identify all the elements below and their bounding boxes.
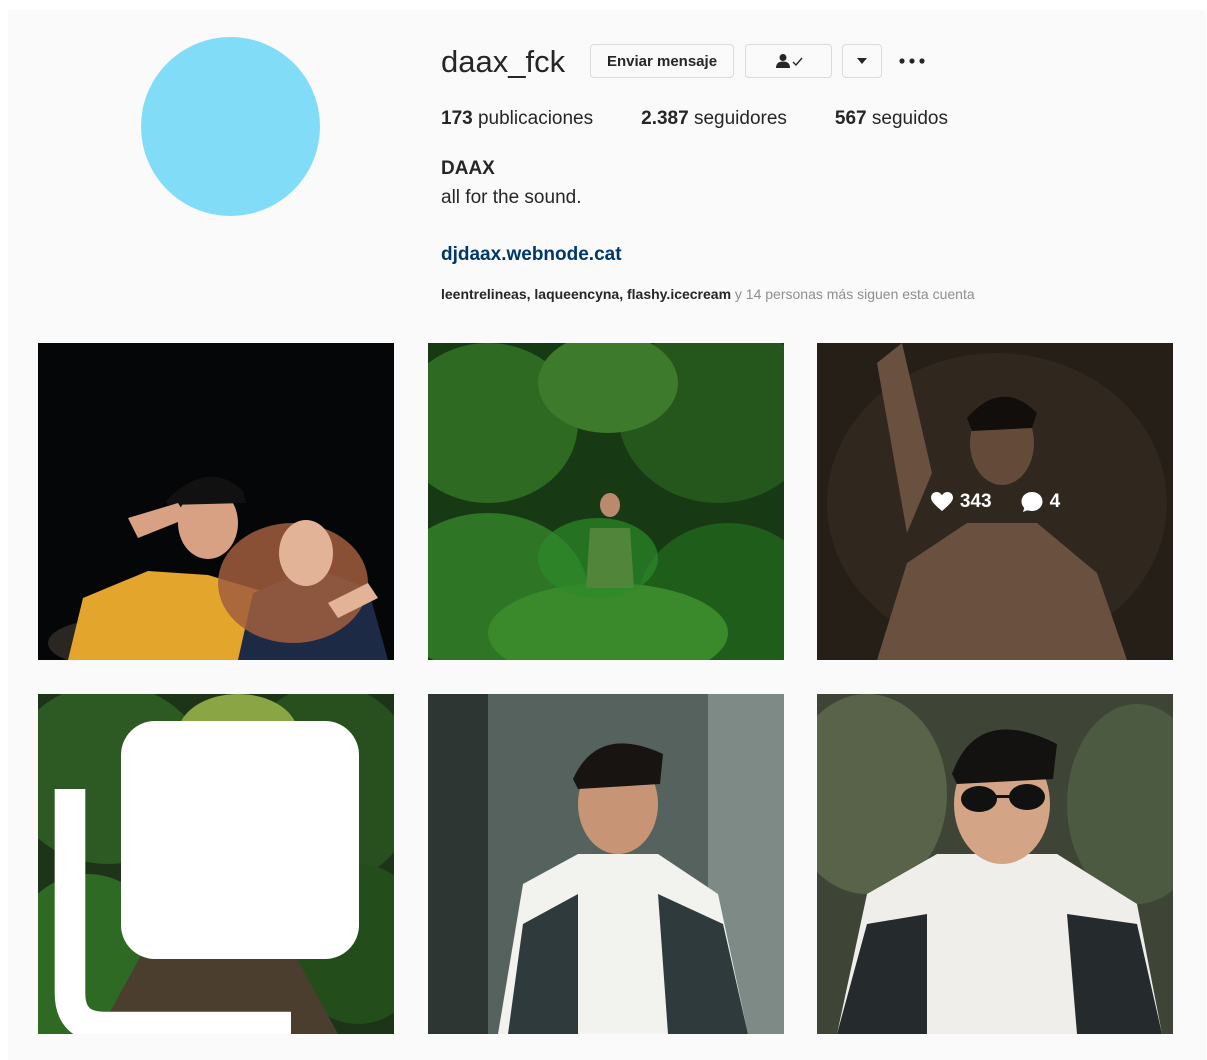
follower-name-link[interactable]: leentrelineas (441, 286, 527, 302)
profile-page: daax_fck Enviar mensaje 173 publicacione… (8, 10, 1206, 1060)
comment-icon (1021, 491, 1043, 512)
profile-full-name: DAAX (441, 158, 495, 179)
post-image (428, 343, 784, 660)
suggestions-dropdown-button[interactable] (842, 44, 882, 78)
follower-name-link[interactable]: laqueencyna (534, 286, 619, 302)
likes-count: 343 (959, 490, 992, 512)
post-thumbnail[interactable] (428, 343, 784, 660)
post-thumbnail[interactable] (817, 694, 1173, 1034)
profile-stats: 173 publicaciones 2.387 seguidores 567 s… (441, 108, 996, 130)
followers-count: 2.387 (641, 108, 689, 129)
comments-count: 4 (1049, 490, 1061, 512)
followed-by-suffix: y 14 personas más siguen esta cuenta (734, 286, 975, 302)
post-image (817, 694, 1173, 1034)
multiple-photos-icon (54, 721, 359, 1034)
followed-by-text: leentrelineas, laqueencyna, flashy.icecr… (441, 286, 975, 302)
posts-stat: 173 publicaciones (441, 108, 593, 130)
user-check-icon (775, 54, 803, 68)
post-image (428, 694, 784, 1034)
posts-label: publicaciones (477, 108, 594, 129)
followers-label: seguidores (693, 108, 787, 129)
following-label: seguidos (871, 108, 948, 129)
profile-bio: all for the sound. (441, 187, 582, 208)
posts-count: 173 (441, 108, 473, 129)
caret-down-icon (857, 58, 867, 64)
followers-stat[interactable]: 2.387 seguidores (641, 108, 787, 130)
post-hover-overlay: 343 4 (817, 343, 1173, 660)
follower-name-link[interactable]: flashy.icecream (627, 286, 731, 302)
profile-username: daax_fck (441, 44, 566, 79)
more-options-button[interactable] (896, 44, 928, 78)
heart-icon (930, 491, 953, 511)
post-image (38, 343, 394, 660)
more-dots-icon (899, 58, 925, 64)
post-thumbnail[interactable] (428, 694, 784, 1034)
post-likes: 343 (930, 490, 992, 514)
profile-website-link[interactable]: djdaax.webnode.cat (441, 244, 622, 266)
send-message-button[interactable]: Enviar mensaje (590, 44, 734, 78)
following-count: 567 (834, 108, 867, 129)
following-button[interactable] (745, 44, 832, 78)
profile-avatar[interactable] (141, 37, 320, 216)
post-thumbnail[interactable]: 343 4 (817, 343, 1173, 660)
following-stat[interactable]: 567 seguidos (835, 108, 948, 130)
post-thumbnail[interactable] (38, 694, 394, 1034)
post-thumbnail[interactable] (38, 343, 394, 660)
post-comments: 4 (1020, 490, 1061, 514)
